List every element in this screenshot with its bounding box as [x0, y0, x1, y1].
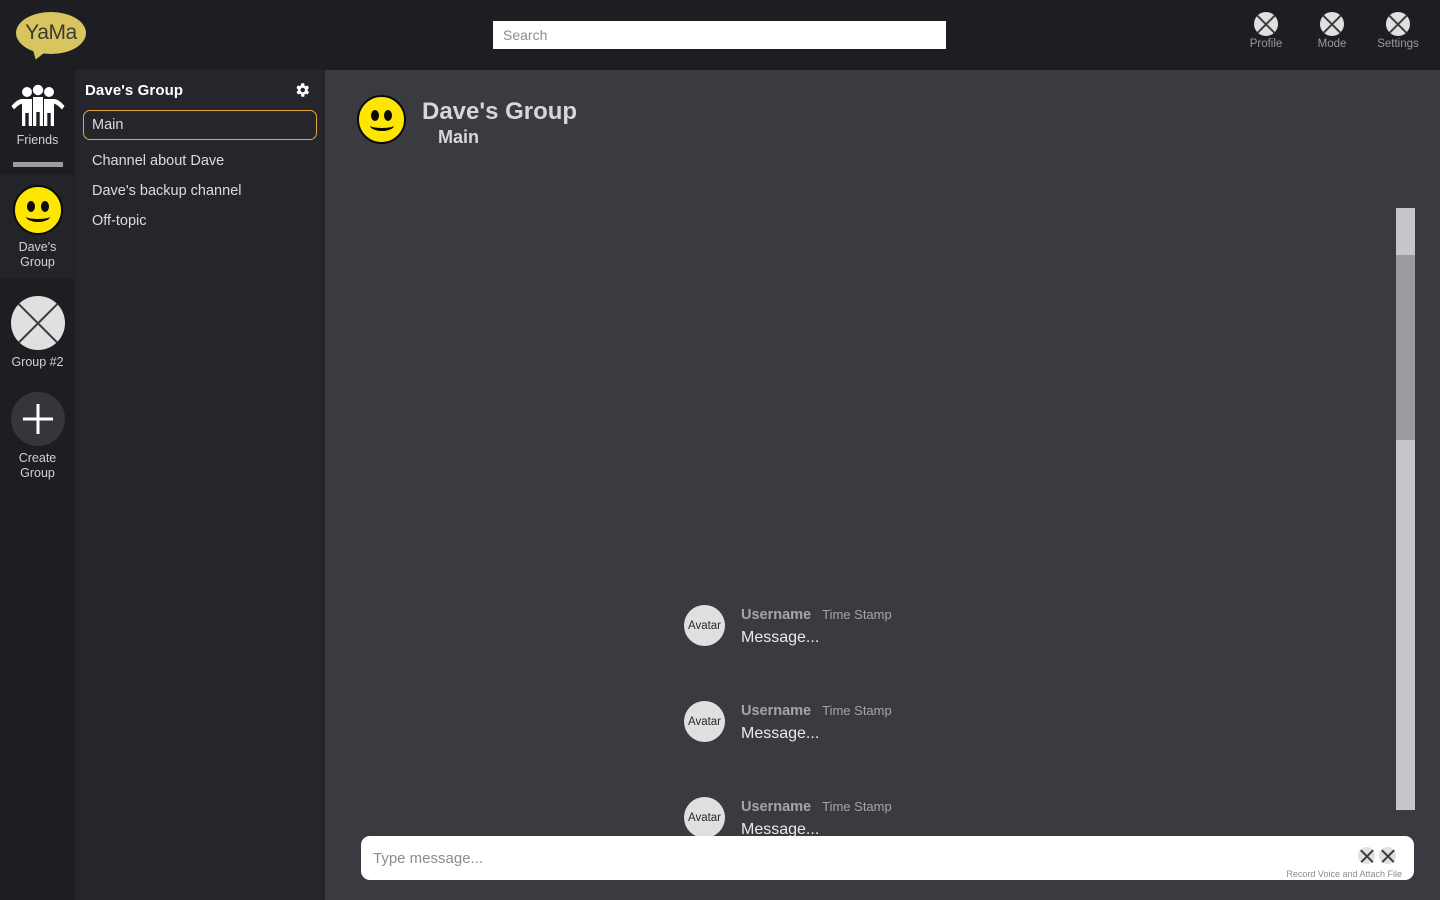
channel-item-label: Off-topic: [92, 212, 147, 229]
channel-item-daves-backup-channel[interactable]: Dave's backup channel: [83, 176, 317, 205]
settings-button[interactable]: Settings: [1374, 12, 1422, 51]
channel-panel-title: Dave's Group: [85, 81, 184, 99]
message-timestamp: Time Stamp: [822, 607, 892, 622]
channel-list: Main Channel about Dave Dave's backup ch…: [75, 110, 325, 235]
message-scrollbar[interactable]: [1396, 208, 1415, 810]
circle-x-icon: [1386, 12, 1410, 36]
avatar[interactable]: Avatar: [684, 797, 725, 838]
message-row: Avatar Username Time Stamp Message...: [684, 605, 892, 647]
chat-header-texts: Dave's Group Main: [422, 95, 577, 148]
message-input[interactable]: [373, 836, 1273, 880]
top-bar-actions: Profile Mode Settings: [1242, 12, 1422, 51]
rail-item-friends[interactable]: Friends: [0, 70, 75, 156]
rail-item-daves-group[interactable]: Dave's Group: [0, 175, 75, 278]
avatar[interactable]: Avatar: [684, 605, 725, 646]
rail-item-create-group-label: Create Group: [18, 451, 57, 480]
message-username: Username: [741, 703, 812, 719]
message-username: Username: [741, 607, 812, 623]
chat-header-subtitle: Main: [438, 127, 480, 147]
circle-x-icon: [1254, 12, 1278, 36]
message-list: Avatar Username Time Stamp Message... Av…: [325, 200, 1395, 838]
rail-item-group-2-label: Group #2: [11, 355, 64, 369]
plus-icon: [10, 392, 65, 446]
channel-item-label: Main: [92, 117, 124, 133]
channel-item-label: Channel about Dave: [92, 152, 225, 169]
message-meta: Username Time Stamp: [741, 607, 892, 623]
message-text: Message...: [741, 725, 820, 742]
profile-button[interactable]: Profile: [1242, 12, 1290, 51]
record-voice-button[interactable]: [1358, 847, 1375, 864]
channel-item-label: Dave's backup channel: [92, 182, 242, 199]
app-logo-text: YaMa: [25, 20, 77, 44]
guild-rail: Friends Dave's Group Group #2 Create Gro…: [0, 70, 75, 900]
gear-icon[interactable]: [293, 81, 311, 99]
mode-button[interactable]: Mode: [1308, 12, 1356, 51]
rail-item-create-group[interactable]: Create Group: [0, 378, 75, 489]
message-timestamp: Time Stamp: [822, 703, 892, 718]
friends-icon: [11, 84, 65, 128]
rail-divider: [12, 162, 63, 167]
app-logo[interactable]: YaMa: [16, 12, 86, 62]
message-timestamp: Time Stamp: [822, 799, 892, 814]
smiley-icon: [357, 95, 406, 144]
settings-button-label: Settings: [1377, 38, 1419, 50]
message-body: Username Time Stamp Message...: [741, 605, 892, 647]
rail-item-friends-label: Friends: [16, 133, 59, 147]
message-meta: Username Time Stamp: [741, 799, 892, 815]
top-bar: YaMa Profile Mode Settings: [0, 0, 1440, 70]
message-text: Message...: [741, 629, 820, 646]
avatar[interactable]: Avatar: [684, 701, 725, 742]
channel-item-main[interactable]: Main: [83, 110, 317, 140]
smiley-icon: [12, 185, 63, 235]
message-body: Username Time Stamp Message...: [741, 701, 892, 743]
search-input[interactable]: [493, 21, 946, 49]
attach-file-button[interactable]: [1379, 847, 1396, 864]
rail-item-daves-group-label: Dave's Group: [18, 240, 57, 269]
channel-panel-header: Dave's Group: [75, 70, 325, 110]
logo-tail: [28, 45, 50, 62]
chat-area: Dave's Group Main Avatar Username Time S…: [325, 70, 1440, 900]
composer-actions: [1358, 847, 1396, 864]
message-composer: Record Voice and Attach File: [361, 836, 1414, 880]
message-username: Username: [741, 799, 812, 815]
mode-button-label: Mode: [1317, 38, 1347, 50]
channel-panel: Dave's Group Main Channel about Dave Dav…: [75, 70, 325, 900]
chat-header: Dave's Group Main: [357, 95, 577, 148]
composer-caption: Record Voice and Attach File: [1286, 869, 1402, 879]
message-row: Avatar Username Time Stamp Message...: [684, 701, 892, 743]
circle-x-icon: [10, 296, 65, 350]
circle-x-icon: [1320, 12, 1344, 36]
channel-item-off-topic[interactable]: Off-topic: [83, 206, 317, 235]
message-row: Avatar Username Time Stamp Message...: [684, 797, 892, 839]
channel-item-channel-about-dave[interactable]: Channel about Dave: [83, 146, 317, 175]
chat-header-title: Dave's Group: [422, 98, 578, 125]
scrollbar-thumb[interactable]: [1396, 255, 1415, 440]
message-body: Username Time Stamp Message...: [741, 797, 892, 839]
message-meta: Username Time Stamp: [741, 703, 892, 719]
rail-item-group-2[interactable]: Group #2: [0, 278, 75, 378]
profile-button-label: Profile: [1249, 38, 1283, 50]
